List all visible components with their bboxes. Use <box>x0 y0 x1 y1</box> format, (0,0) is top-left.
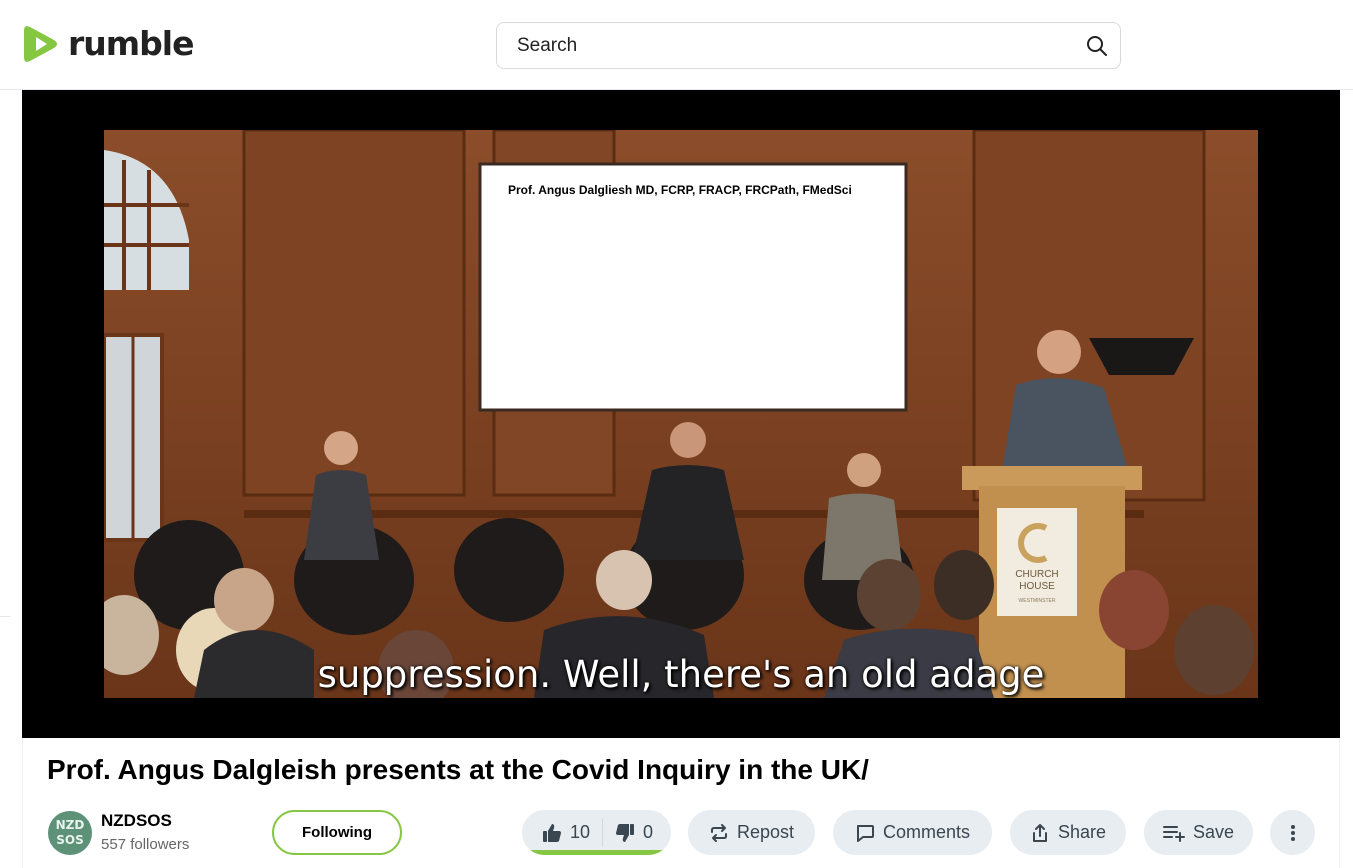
search-icon[interactable] <box>1086 35 1108 57</box>
site-header: rumble <box>0 0 1353 90</box>
channel-avatar[interactable]: NZD SOS <box>48 811 92 855</box>
search-box <box>496 22 1121 69</box>
dislike-count: 0 <box>643 822 654 842</box>
save-button[interactable]: Save <box>1144 810 1253 855</box>
share-icon <box>1032 823 1047 842</box>
avatar-text-line2: SOS <box>56 833 84 847</box>
side-divider <box>0 616 10 617</box>
video-frame[interactable]: Prof. Angus Dalgliesh MD, FCRP, FRACP, F… <box>104 130 1258 698</box>
comments-button[interactable]: Comments <box>833 810 992 855</box>
slide-text: Prof. Angus Dalgliesh MD, FCRP, FRACP, F… <box>508 183 852 197</box>
thumbs-down-icon <box>616 823 635 842</box>
share-label: Share <box>1057 822 1107 842</box>
more-vertical-icon <box>1290 824 1295 841</box>
comments-label: Comments <box>882 822 971 842</box>
like-button[interactable]: 10 <box>522 810 590 855</box>
rumble-logo[interactable]: rumble <box>22 24 194 64</box>
avatar-text-line1: NZD <box>55 818 85 832</box>
thumbs-up-icon <box>543 823 561 842</box>
repost-icon <box>710 823 727 842</box>
vote-ratio-fill <box>522 850 671 855</box>
more-options-button[interactable] <box>1270 810 1315 855</box>
search-input[interactable] <box>517 34 1057 57</box>
vote-ratio-bar <box>522 850 671 855</box>
video-title: Prof. Angus Dalgleish presents at the Co… <box>47 754 869 785</box>
dislike-button[interactable]: 0 <box>603 810 653 855</box>
rumble-play-icon <box>24 26 57 62</box>
video-subtitle: suppression. Well, there's an old adage <box>317 653 1045 696</box>
vote-group: 10 0 <box>522 810 671 855</box>
repost-button[interactable]: Repost <box>688 810 815 855</box>
repost-label: Repost <box>736 822 795 842</box>
logo-text: rumble <box>68 24 194 63</box>
video-player[interactable]: Prof. Angus Dalgliesh MD, FCRP, FRACP, F… <box>22 90 1340 738</box>
follower-count: 557 followers <box>101 836 190 853</box>
playlist-add-icon <box>1162 825 1185 842</box>
podium-sign-line2: HOUSE <box>1019 581 1055 592</box>
comment-icon <box>856 824 874 842</box>
following-button[interactable]: Following <box>272 810 402 855</box>
channel-name[interactable]: NZDSOS <box>101 811 172 831</box>
like-count: 10 <box>570 822 591 842</box>
save-label: Save <box>1192 822 1235 842</box>
share-button[interactable]: Share <box>1010 810 1126 855</box>
podium-sign-line1: CHURCH <box>1015 569 1058 580</box>
video-scene: Prof. Angus Dalgliesh MD, FCRP, FRACP, F… <box>104 130 1258 698</box>
podium-sign-line3: WESTMINSTER <box>1019 598 1056 604</box>
